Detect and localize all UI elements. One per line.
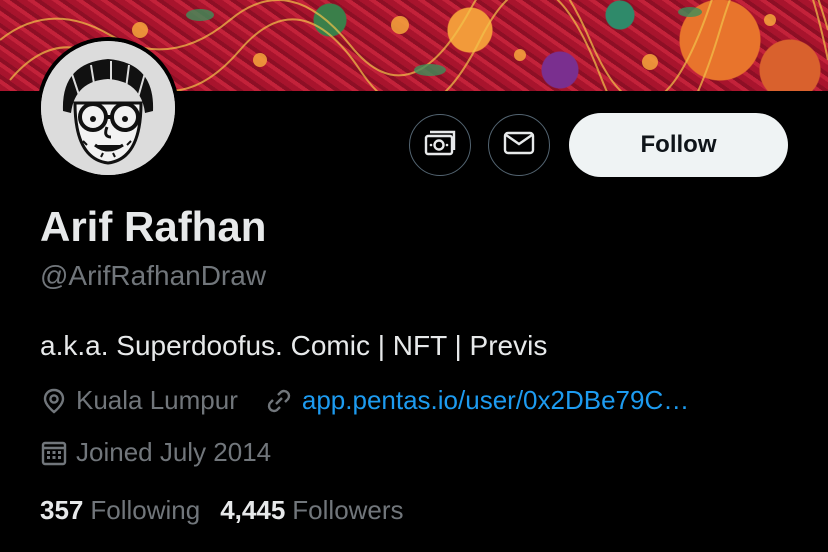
profile-joined-date: Joined July 2014 <box>76 437 272 467</box>
avatar[interactable] <box>37 37 179 179</box>
following-label: Following <box>90 495 201 525</box>
followers-count: 4,445 <box>220 495 286 525</box>
following-stat[interactable]: 357 Following <box>40 495 200 526</box>
follow-button[interactable]: Follow <box>569 113 788 177</box>
profile-joined-row: Joined July 2014 <box>40 437 271 468</box>
location-pin-icon <box>40 387 76 415</box>
followers-label: Followers <box>292 495 404 525</box>
profile-location: Kuala Lumpur <box>76 385 238 415</box>
link-icon <box>264 387 302 415</box>
avatar-image <box>41 41 175 175</box>
profile-meta-row: Kuala Lumpur app.pentas.io/user/0x2DBe79… <box>40 385 689 416</box>
message-button[interactable] <box>488 114 550 176</box>
profile-bio: a.k.a. Superdoofus. Comic | NFT | Previs <box>40 330 548 361</box>
profile-stats: 357 Following 4,445 Followers <box>40 495 424 526</box>
following-count: 357 <box>40 495 84 525</box>
tip-button[interactable] <box>409 114 471 176</box>
profile-name: Arif Rafhan <box>40 203 267 250</box>
mail-icon <box>503 130 535 161</box>
money-icon <box>424 130 456 161</box>
followers-stat[interactable]: 4,445 Followers <box>220 495 403 526</box>
profile-website-link[interactable]: app.pentas.io/user/0x2DBe79C… <box>302 385 689 416</box>
calendar-icon <box>40 439 76 467</box>
profile-handle: @ArifRafhanDraw <box>40 260 267 291</box>
